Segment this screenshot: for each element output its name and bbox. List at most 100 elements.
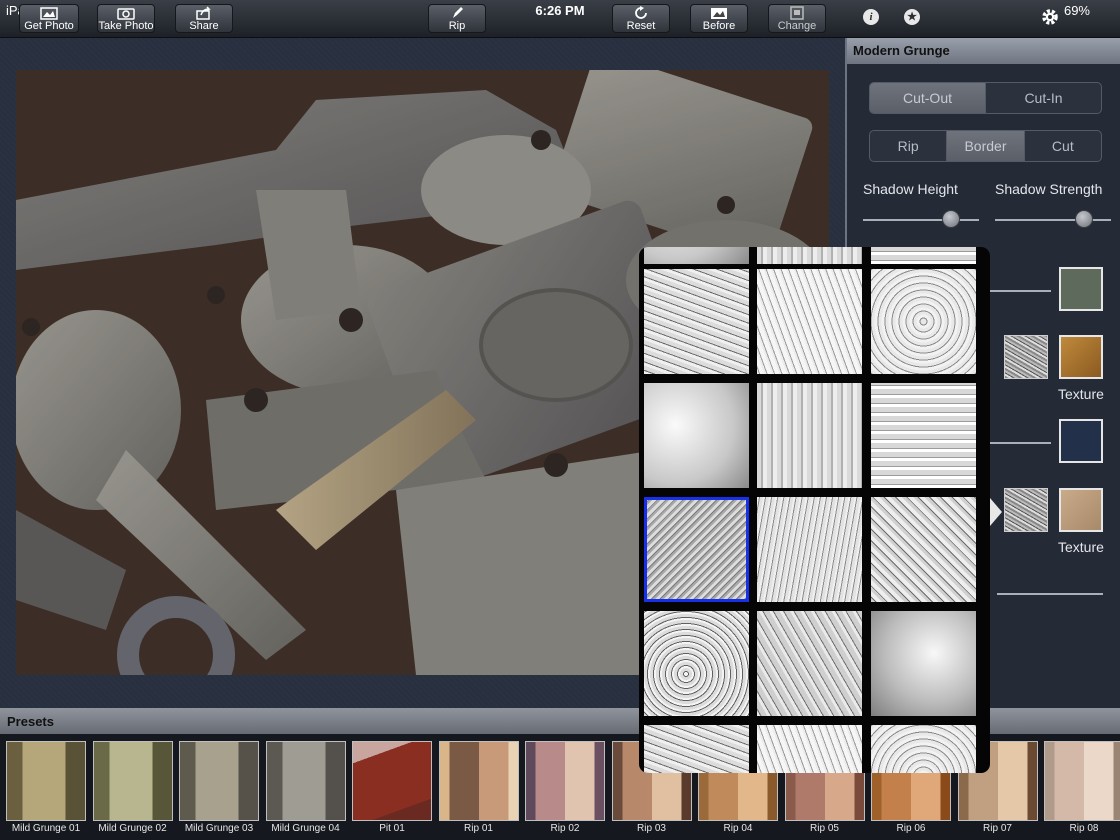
texture-option[interactable]: [871, 383, 976, 488]
preset-label: Mild Grunge 04: [271, 823, 340, 834]
preset-thumbnail[interactable]: [265, 741, 346, 821]
preset-item[interactable]: Pit 01: [352, 741, 432, 837]
top-toolbar: iPad 6:26 PM 69% Get Photo Take Photo Sh…: [0, 0, 1120, 38]
preset-item[interactable]: Rip 01: [438, 741, 519, 837]
shadow-strength-label: Shadow Strength: [995, 181, 1103, 197]
preset-item[interactable]: Rip 02: [525, 741, 605, 837]
get-photo-label: Get Photo: [24, 20, 74, 32]
texture-thumb-1[interactable]: [1004, 335, 1048, 379]
take-photo-label: Take Photo: [98, 20, 154, 32]
preset-thumbnail[interactable]: [438, 741, 519, 821]
texture-option[interactable]: [757, 269, 862, 374]
tab-cut-in[interactable]: Cut-In: [986, 83, 1101, 113]
texture-option[interactable]: [757, 497, 862, 602]
preset-thumbnail[interactable]: [6, 741, 86, 821]
shadow-color-swatch[interactable]: [1059, 419, 1103, 463]
texture-option[interactable]: [644, 269, 749, 374]
preset-label: Rip 08: [1069, 823, 1099, 834]
texture-option[interactable]: [871, 497, 976, 602]
before-label: Before: [702, 20, 736, 32]
texture-option[interactable]: [757, 611, 862, 716]
change-label: Change: [777, 20, 817, 32]
preset-item[interactable]: Rip 08: [1044, 741, 1120, 837]
type-segmented-control: Rip Border Cut: [869, 130, 1102, 162]
preset-label: Rip 01: [464, 823, 493, 834]
status-time: 6:26 PM: [535, 3, 585, 18]
shadow-height-label: Shadow Height: [863, 181, 958, 197]
texture-option[interactable]: [644, 611, 749, 716]
tab-cut-out[interactable]: Cut-Out: [870, 83, 986, 113]
preset-label: Mild Grunge 02: [98, 823, 167, 834]
preset-label: Rip 04: [723, 823, 753, 834]
texture-option[interactable]: [644, 497, 749, 602]
camera-icon: [98, 6, 154, 21]
preset-thumbnail[interactable]: [179, 741, 259, 821]
pencil-icon: [429, 6, 485, 21]
shadow-height-knob[interactable]: [942, 210, 961, 228]
texture-color-swatch-1[interactable]: [1059, 335, 1103, 379]
texture-option[interactable]: [871, 247, 976, 264]
preset-label: Rip 07: [983, 823, 1012, 834]
texture-thumb-2[interactable]: [1004, 488, 1048, 532]
rip-label: Rip: [448, 20, 466, 32]
tab-rip[interactable]: Rip: [870, 131, 948, 161]
preset-thumbnail[interactable]: [525, 741, 605, 821]
texture-option[interactable]: [644, 247, 749, 264]
shadow-height-slider[interactable]: [863, 219, 979, 221]
presets-title: Presets: [7, 714, 54, 729]
texture-option[interactable]: [871, 269, 976, 374]
shadow-strength-knob[interactable]: [1075, 210, 1094, 228]
get-photo-button[interactable]: Get Photo: [19, 4, 79, 33]
preset-label: Pit 01: [379, 823, 405, 834]
share-icon: [176, 6, 232, 21]
preset-item[interactable]: Mild Grunge 04: [265, 741, 346, 837]
reset-label: Reset: [626, 20, 656, 32]
texture-option[interactable]: [757, 725, 862, 773]
reset-button[interactable]: Reset: [612, 4, 670, 33]
preset-label: Rip 06: [896, 823, 926, 834]
reset-icon: [613, 6, 669, 21]
star-icon[interactable]: ★: [904, 9, 920, 25]
popover-arrow: [990, 498, 1002, 526]
mode-segmented-control: Cut-Out Cut-In: [869, 82, 1102, 114]
texture-picker-popover: [639, 247, 990, 773]
preset-label: Rip 02: [550, 823, 580, 834]
before-button[interactable]: Before: [690, 4, 748, 33]
tab-cut[interactable]: Cut: [1025, 131, 1101, 161]
preset-thumbnail[interactable]: [1044, 741, 1120, 821]
tab-border[interactable]: Border: [947, 131, 1025, 161]
rip-button[interactable]: Rip: [428, 4, 486, 33]
preset-label: Mild Grunge 03: [184, 823, 254, 834]
texture-option[interactable]: [757, 383, 862, 488]
texture-option[interactable]: [644, 725, 749, 773]
shadow-strength-slider[interactable]: [995, 219, 1111, 221]
change-icon: [769, 6, 825, 21]
panel-title: Modern Grunge: [847, 38, 1120, 64]
info-icon[interactable]: i: [863, 9, 879, 25]
texture-option[interactable]: [871, 611, 976, 716]
texture-label-1: Texture: [1058, 386, 1104, 402]
photo-icon: [20, 6, 78, 21]
preset-label: Mild Grunge 01: [11, 823, 81, 834]
status-battery: 69%: [1063, 3, 1090, 18]
gear-icon[interactable]: [1040, 7, 1060, 27]
preset-item[interactable]: Mild Grunge 02: [92, 741, 173, 837]
preset-thumbnail[interactable]: [352, 741, 432, 821]
border-color-swatch[interactable]: [1059, 267, 1103, 311]
texture-color-swatch-2[interactable]: [1059, 488, 1103, 532]
preset-label: Rip 03: [637, 823, 666, 834]
share-button[interactable]: Share: [175, 4, 233, 33]
texture-option[interactable]: [871, 725, 976, 773]
texture-option[interactable]: [757, 247, 862, 264]
texture-option[interactable]: [644, 383, 749, 488]
share-label: Share: [189, 20, 219, 32]
take-photo-button[interactable]: Take Photo: [97, 4, 155, 33]
preset-item[interactable]: Mild Grunge 03: [179, 741, 259, 837]
image-icon: [691, 6, 747, 21]
preset-thumbnail[interactable]: [92, 741, 173, 821]
preset-item[interactable]: Mild Grunge 01: [6, 741, 86, 837]
preset-label: Rip 05: [810, 823, 839, 834]
bottom-slider-track[interactable]: [997, 593, 1103, 595]
texture-label-2: Texture: [1058, 539, 1104, 555]
change-button[interactable]: Change: [768, 4, 826, 33]
